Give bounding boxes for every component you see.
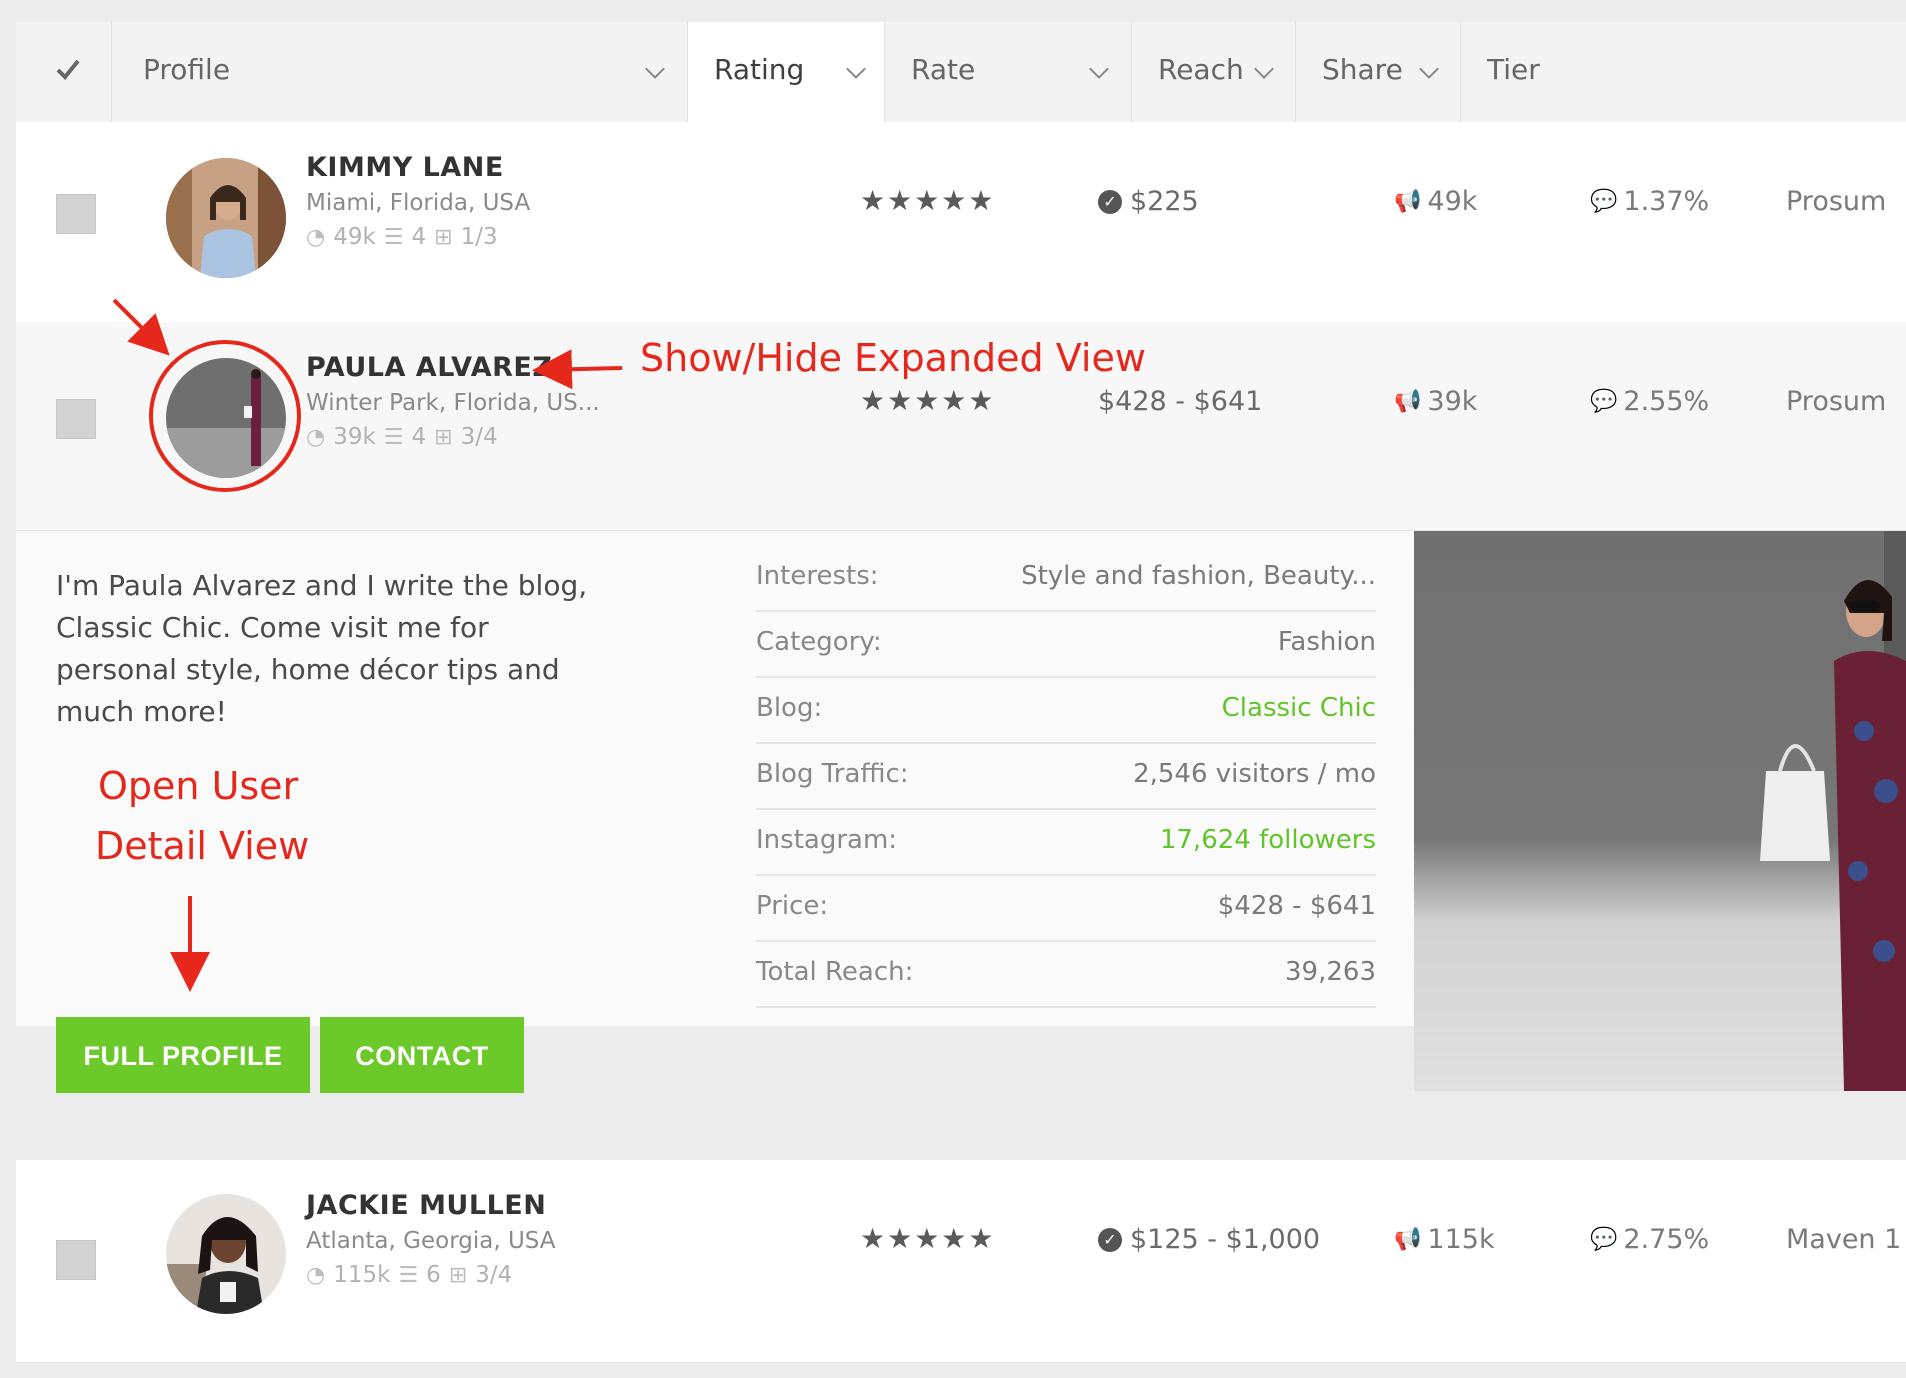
annotation-show-hide: Show/Hide Expanded View (640, 336, 1146, 380)
annotation-open-user-line2: Detail View (95, 824, 310, 868)
arrow-icon (112, 298, 170, 356)
highlight-circle (149, 340, 301, 492)
arrow-icon (532, 349, 623, 390)
annotation-open-user-line1: Open User (98, 764, 299, 808)
annotation-overlay (112, 298, 623, 992)
